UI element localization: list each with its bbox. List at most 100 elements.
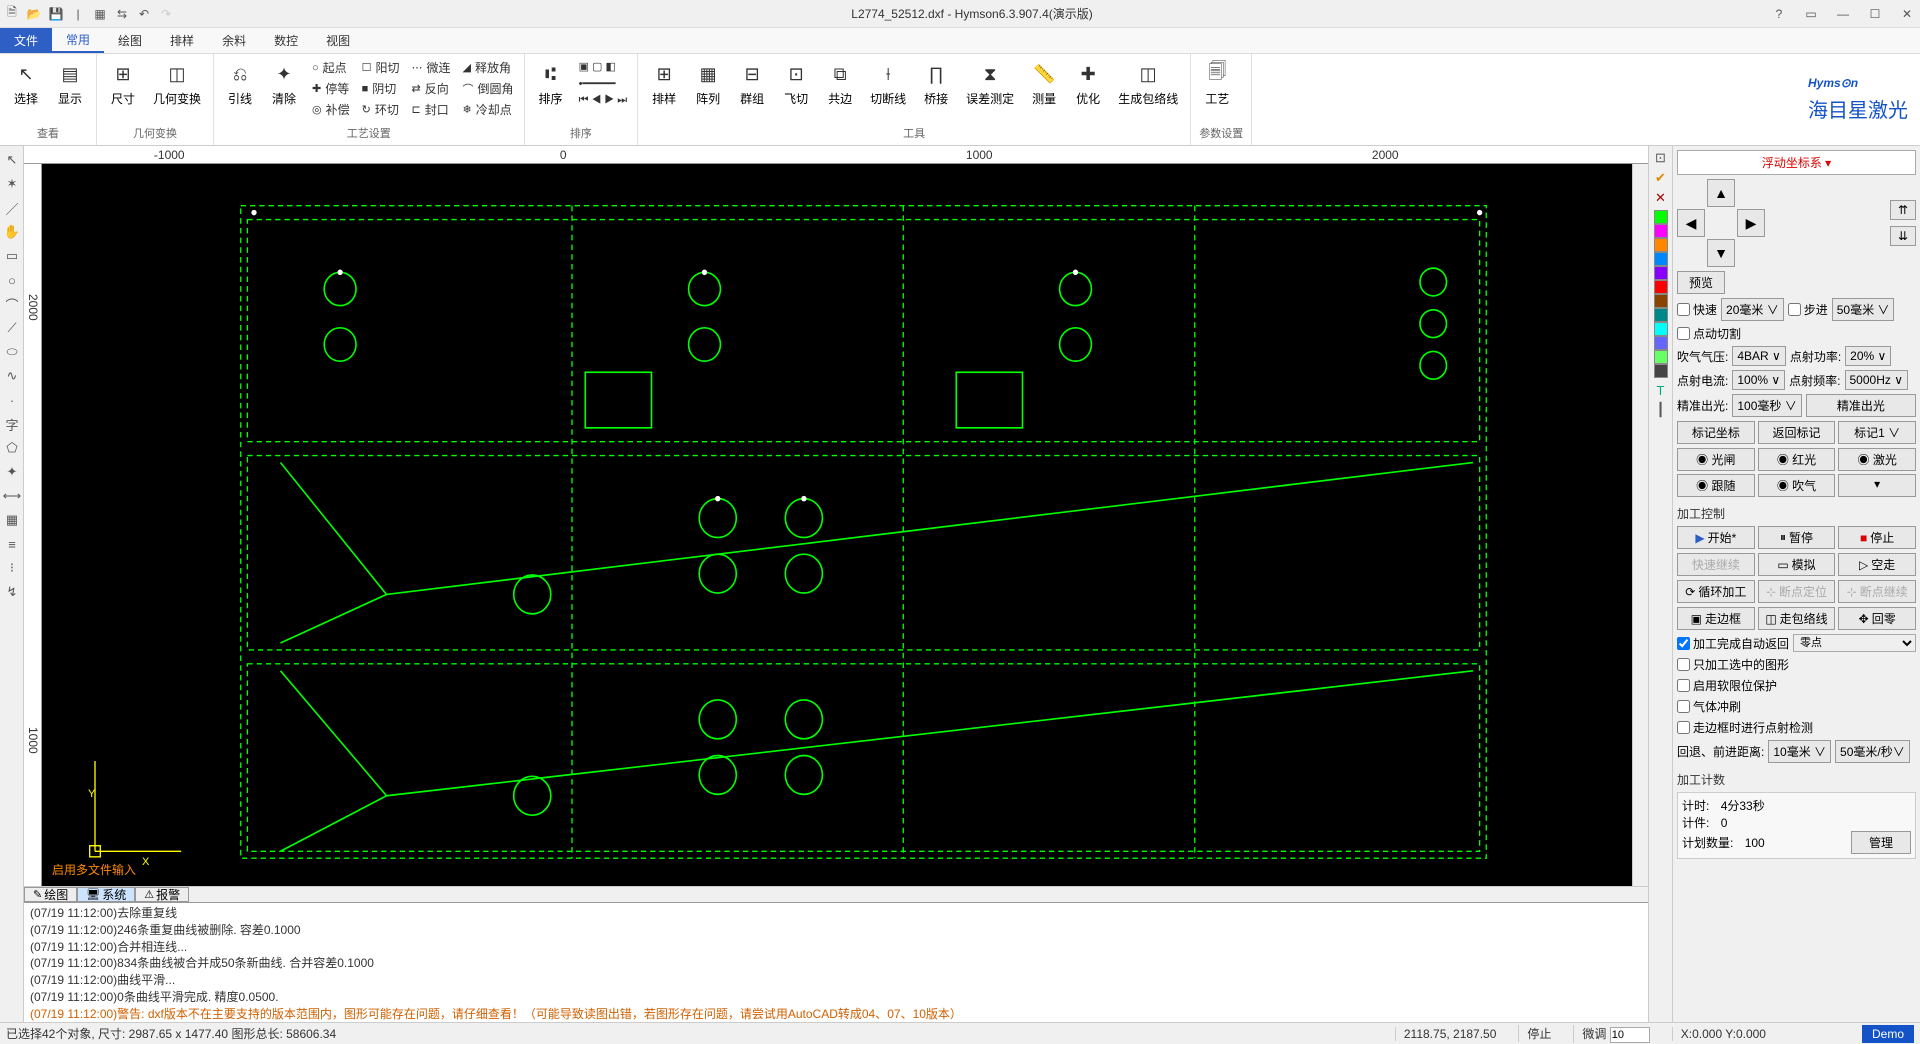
fast-value[interactable]: 20毫米 ∨ [1721, 298, 1784, 321]
reverse-button[interactable]: ⇄ 反向 [410, 79, 453, 98]
jog-down[interactable]: ▼ [1707, 239, 1735, 267]
log-area[interactable]: (07/19 11:12:00)去除重复线(07/19 11:12:00)246… [24, 902, 1648, 1022]
redo-icon[interactable]: ↷ [158, 6, 174, 22]
cutoff-button[interactable]: ⟊切断线 [866, 58, 910, 109]
tool-arc[interactable]: ⌒ [2, 294, 22, 314]
auto-return-checkbox[interactable]: 加工完成自动返回 [1677, 635, 1789, 652]
gas-flush-checkbox[interactable]: 气体冲刷 [1677, 698, 1916, 715]
bridge-button[interactable]: ∏桥接 [918, 58, 954, 109]
tool-pointer[interactable]: ↖ [2, 150, 22, 170]
process-button[interactable]: 🗐工艺 [1199, 58, 1235, 109]
mark-select[interactable]: 标记1 ∨ [1838, 421, 1916, 444]
fine-input[interactable] [1610, 1027, 1650, 1043]
fine-out-button[interactable]: 精准出光 [1806, 394, 1916, 417]
tool-polygon[interactable]: ⬠ [2, 438, 22, 458]
extra-button[interactable]: ▾ [1838, 474, 1916, 497]
drawing-canvas[interactable]: Y X 启用多文件输入 [42, 164, 1632, 886]
error-meas-button[interactable]: ⧗误差测定 [962, 58, 1018, 109]
help-icon[interactable]: ? [1770, 7, 1788, 21]
tab-file[interactable]: 文件 [0, 28, 52, 53]
size-button[interactable]: ⊞尺寸 [105, 58, 141, 109]
frame-dot-checkbox[interactable]: 走边框时进行点射检测 [1677, 719, 1916, 736]
maximize-icon[interactable]: ☐ [1866, 7, 1884, 21]
ring-cut-button[interactable]: ↻ 环切 [360, 100, 402, 119]
tab-common[interactable]: 常用 [52, 28, 104, 53]
mark-coord-button[interactable]: 标记坐标 [1677, 421, 1755, 444]
jog-right[interactable]: ▶ [1737, 209, 1765, 237]
compensate-button[interactable]: ◎ 补偿 [310, 100, 352, 119]
fast-continue-button[interactable]: 快速继续 [1677, 553, 1755, 576]
loop-button[interactable]: ⟳ 循环加工 [1677, 580, 1755, 603]
tool-layer[interactable]: ≡ [2, 534, 22, 554]
tool-dim[interactable]: ⟷ [2, 486, 22, 506]
tab-nest[interactable]: 排样 [156, 28, 208, 53]
layer-color-7[interactable] [1654, 308, 1668, 322]
fast-checkbox[interactable]: 快速 [1677, 301, 1717, 318]
text-tool-icon[interactable]: T [1653, 382, 1669, 398]
layer-color-8[interactable] [1654, 322, 1668, 336]
jog-left[interactable]: ◀ [1677, 209, 1705, 237]
dot-power-val[interactable]: 20% ∨ [1845, 346, 1891, 366]
measure-button[interactable]: 📏测量 [1026, 58, 1062, 109]
return-select[interactable]: 零点 [1793, 634, 1916, 652]
scrollbar-horizontal[interactable] [189, 887, 1648, 902]
undo-icon[interactable]: ↶ [136, 6, 152, 22]
fine-out-val[interactable]: 100毫秒 ∨ [1732, 394, 1801, 417]
breakpoint-loc-button[interactable]: ⊹ 断点定位 [1758, 580, 1836, 603]
tool-img[interactable]: ▦ [2, 510, 22, 530]
dot-freq-val[interactable]: 5000Hz ∨ [1845, 370, 1908, 390]
sort-nav[interactable]: ⏮ ◀ ▶ ⏭ [577, 93, 630, 108]
tool-star[interactable]: ✦ [2, 462, 22, 482]
group-button[interactable]: ⊟群组 [734, 58, 770, 109]
tool-ellipse[interactable]: ⬭ [2, 342, 22, 362]
optimize-button[interactable]: ✚优化 [1070, 58, 1106, 109]
tool-rect[interactable]: ▭ [2, 246, 22, 266]
geom-transform-button[interactable]: ◫几何变换 [149, 58, 205, 109]
layer-color-10[interactable] [1654, 350, 1668, 364]
lead-button[interactable]: ⎌引线 [222, 58, 258, 119]
release-angle-button[interactable]: ◢ 释放角 [461, 58, 516, 77]
wrap-frame-button[interactable]: ◫ 走包络线 [1758, 607, 1836, 630]
back-mark-button[interactable]: 返回标记 [1758, 421, 1836, 444]
cool-point-button[interactable]: ❄ 冷却点 [461, 100, 516, 119]
tab-draw[interactable]: 绘图 [104, 28, 156, 53]
tab-system-log[interactable]: 🖥 系统 [77, 887, 135, 902]
open-icon[interactable]: 📂 [26, 6, 42, 22]
simulate-button[interactable]: ▭ 模拟 [1758, 553, 1836, 576]
gen-wrap-button[interactable]: ◫生成包络线 [1114, 58, 1182, 109]
layer-color-4[interactable] [1654, 266, 1668, 280]
only-selected-checkbox[interactable]: 只加工选中的图形 [1677, 656, 1916, 673]
step-value[interactable]: 50毫米 ∨ [1832, 298, 1895, 321]
tab-remnant[interactable]: 余料 [208, 28, 260, 53]
layer-color-0[interactable] [1654, 210, 1668, 224]
new-icon[interactable]: 🗎 [4, 6, 20, 22]
sort-opt1[interactable]: ▣ ▢ ◧ [577, 59, 630, 74]
seal-button[interactable]: ⊏ 封口 [410, 100, 453, 119]
z-down-button[interactable]: ⇊ [1890, 226, 1916, 246]
outer-cut-button[interactable]: ☐ 阳切 [360, 58, 402, 77]
array-button[interactable]: ▦阵列 [690, 58, 726, 109]
link-icon[interactable]: ⇆ [114, 6, 130, 22]
select-button[interactable]: ↖选择 [8, 58, 44, 109]
tool-spline[interactable]: ∿ [2, 366, 22, 386]
layer-icon-1[interactable]: ⊡ [1653, 150, 1669, 166]
minimize-icon[interactable]: — [1834, 7, 1852, 21]
nest-button[interactable]: ⊞排样 [646, 58, 682, 109]
preview-button[interactable]: 预览 [1677, 271, 1725, 294]
fillet-button[interactable]: ⌒ 倒圆角 [461, 79, 516, 98]
home-button[interactable]: ✥ 回零 [1838, 607, 1916, 630]
blow-press-val[interactable]: 4BAR ∨ [1732, 346, 1785, 366]
tool-pan[interactable]: ✋ [2, 222, 22, 242]
tool-point[interactable]: · [2, 390, 22, 410]
layer-icon-2[interactable]: ✔ [1653, 170, 1669, 186]
layer-icon-3[interactable]: ✕ [1653, 190, 1669, 206]
scrollbar-vertical[interactable] [1632, 164, 1648, 886]
tab-alarm-log[interactable]: ⚠ 报警 [135, 887, 189, 902]
fly-cut-button[interactable]: ⊡飞切 [778, 58, 814, 109]
clear-button[interactable]: ✦清除 [266, 58, 302, 119]
dot-current-val[interactable]: 100% ∨ [1732, 370, 1785, 390]
jog-up[interactable]: ▲ [1707, 179, 1735, 207]
grid-icon[interactable]: ▦ [92, 6, 108, 22]
red-light-button[interactable]: ◉ 红光 [1758, 448, 1836, 471]
layer-color-11[interactable] [1654, 364, 1668, 378]
